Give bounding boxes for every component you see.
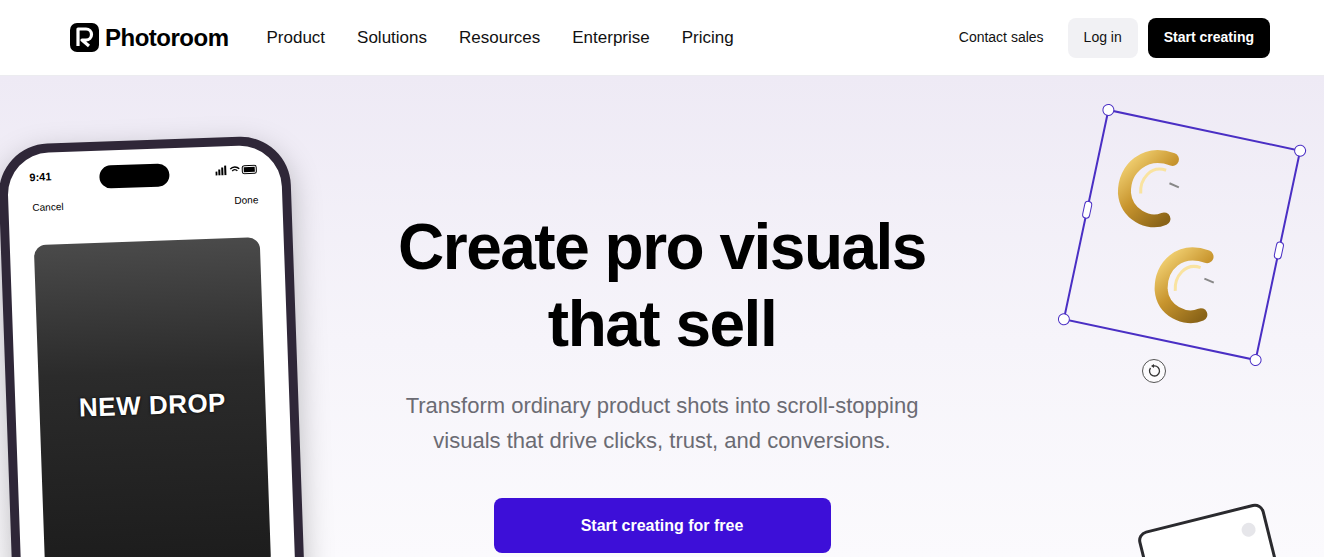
laptop-mockup [1136, 502, 1284, 557]
main-nav: Product Solutions Resources Enterprise Prici… [266, 25, 733, 51]
phone-mockup: 9:41 Cancel Done NEW DROP [0, 135, 311, 557]
title-line: that sell [548, 286, 776, 363]
side-handle[interactable] [1081, 200, 1093, 219]
done-button[interactable]: Done [234, 192, 258, 208]
status-icons-icon [215, 164, 259, 176]
contact-sales-link[interactable]: Contact sales [959, 27, 1044, 48]
login-button[interactable]: Log in [1068, 18, 1138, 58]
hero-subtitle: Transform ordinary product shots into sc… [406, 388, 919, 458]
nav-item[interactable]: Resources [459, 25, 540, 51]
start-creating-button[interactable]: Start creating [1148, 18, 1270, 58]
corner-handle[interactable] [1057, 312, 1071, 326]
rotate-handle[interactable] [1142, 359, 1166, 383]
hero-title: Create pro visualsthat sell [398, 209, 926, 363]
earrings-icon [1083, 136, 1285, 338]
nav-item[interactable]: Solutions [357, 25, 427, 51]
corner-handle[interactable] [1101, 103, 1115, 117]
corner-handle[interactable] [1248, 353, 1262, 367]
title-line: Create pro visuals [398, 209, 926, 286]
logo[interactable]: Photoroom [70, 20, 228, 56]
subtitle-line: visuals that drive clicks, trust, and co… [433, 423, 890, 458]
subtitle-line: Transform ordinary product shots into sc… [406, 388, 919, 423]
hero: 9:41 Cancel Done NEW DROP Create pro vis… [0, 76, 1324, 557]
nav-item[interactable]: Product [266, 25, 325, 51]
design-canvas: NEW DROP [34, 237, 271, 557]
selection-box[interactable] [1063, 109, 1302, 361]
logo-icon [70, 23, 99, 52]
top-bar: Photoroom Product Solutions Resources Enter… [0, 0, 1324, 76]
side-handle[interactable] [1273, 241, 1285, 260]
rotate-icon [1147, 364, 1161, 378]
nav-item[interactable]: Enterprise [572, 25, 649, 51]
start-free-button[interactable]: Start creating for free [494, 498, 831, 553]
cancel-button[interactable]: Cancel [32, 199, 64, 215]
dynamic-island [99, 163, 170, 188]
nav-item[interactable]: Pricing [682, 25, 734, 51]
corner-handle[interactable] [1293, 144, 1307, 158]
